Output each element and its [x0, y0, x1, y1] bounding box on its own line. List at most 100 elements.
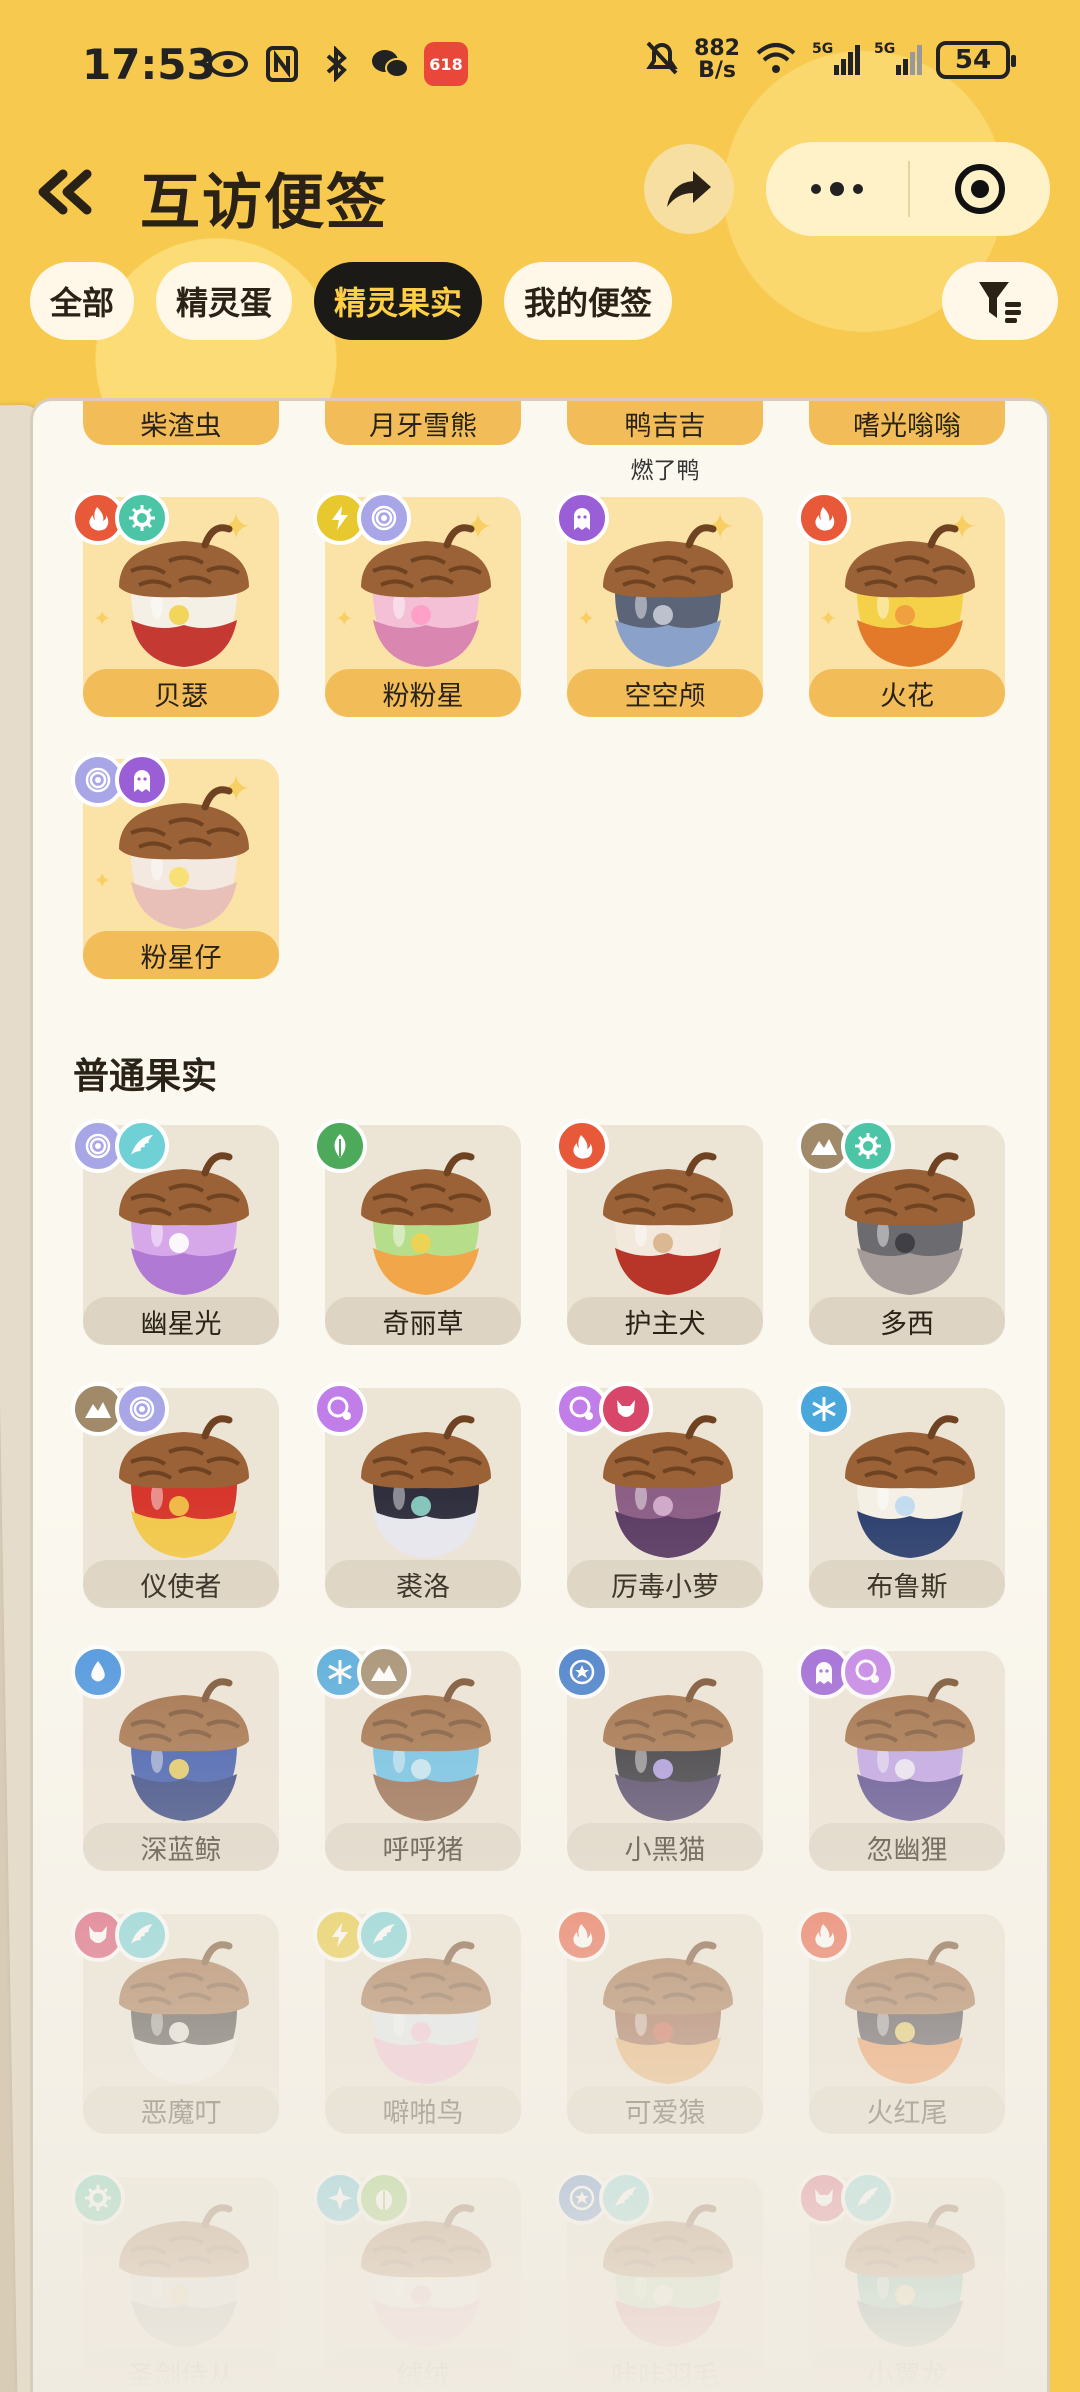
- fruit-name: 贝瑟: [83, 669, 279, 717]
- wechat-icon: [370, 44, 410, 84]
- gear-type-icon: [841, 1119, 895, 1173]
- svg-text:5G: 5G: [812, 41, 833, 57]
- fruit-name: 布鲁斯: [809, 1560, 1005, 1608]
- fruit-name[interactable]: 嗜光嗡嗡: [809, 401, 1005, 445]
- battery-indicator: 54: [936, 41, 1016, 79]
- wifi-icon: [754, 41, 798, 79]
- fire-type-icon: [797, 1908, 851, 1962]
- status-bar: 17:53 618 882 B/s 5G 5G 54: [0, 0, 1080, 130]
- fruit-name: 粉粉星: [325, 669, 521, 717]
- fruit-name: 小黑猫: [567, 1823, 763, 1871]
- element-badges: [797, 491, 851, 545]
- element-badges: [797, 2171, 895, 2225]
- bug-type-icon: [357, 2171, 411, 2225]
- bubble-type-icon: [313, 1382, 367, 1436]
- app-618-label: 618: [429, 54, 463, 74]
- filter-button[interactable]: [942, 262, 1058, 340]
- element-badges: [71, 1908, 169, 1962]
- bluetooth-icon: [316, 44, 356, 84]
- element-badges: [71, 491, 169, 545]
- page-title: 互访便签: [140, 168, 388, 238]
- fruit-name[interactable]: 鸭吉吉: [567, 401, 763, 445]
- element-badges: [71, 2171, 125, 2225]
- acorn-fruit-icon: [351, 1143, 501, 1303]
- star-type-icon: [555, 1645, 609, 1699]
- notes-card: 柴渣虫 月牙雪熊 鸭吉吉 嗜光嗡嗡 燃了鸭 ✦ ✦ 贝瑟 ✦ ✦ 粉粉星 ✦ ✦ 空空颅 ✦ ✦ 火花 ✦ ✦ 粉星…: [30, 398, 1050, 2392]
- fruit-name: 幽星光: [83, 1297, 279, 1345]
- wing-type-icon: [115, 1119, 169, 1173]
- water-type-icon: [71, 1645, 125, 1699]
- fruit-name: 呼呼猪: [325, 1823, 521, 1871]
- fruit-name: 厉毒小萝: [567, 1560, 763, 1608]
- element-badges: [555, 1382, 653, 1436]
- fruit-name: 圣剑侍从: [83, 2349, 279, 2392]
- fruit-name[interactable]: 柴渣虫: [83, 401, 279, 445]
- fruit-name: 咔咔羽毛: [567, 2349, 763, 2392]
- tab-all[interactable]: 全部: [30, 262, 135, 340]
- fruit-name[interactable]: 月牙雪熊: [325, 401, 521, 445]
- swirl-type-icon: [115, 1382, 169, 1436]
- fruit-name: 护主犬: [567, 1297, 763, 1345]
- fire-type-icon: [555, 1908, 609, 1962]
- acorn-fruit-icon: [835, 1932, 985, 2092]
- acorn-fruit-icon: [593, 515, 743, 675]
- net-speed-value: 882: [694, 36, 740, 61]
- fruit-name: 裘洛: [325, 1560, 521, 1608]
- fruit-name: 火红尾: [809, 2086, 1005, 2134]
- signal-5g-icon-1: 5G: [812, 39, 860, 81]
- acorn-fruit-icon: [109, 2195, 259, 2355]
- fruit-name: 深蓝鲸: [83, 1823, 279, 1871]
- fruit-name: 空空颅: [567, 669, 763, 717]
- element-badges: [555, 1645, 609, 1699]
- element-badges: [313, 1119, 367, 1173]
- fruit-name: 可爱猿: [567, 2086, 763, 2134]
- eye-icon: [208, 44, 248, 84]
- ghost-type-icon: [555, 491, 609, 545]
- fruit-name: 粉星仔: [83, 931, 279, 979]
- wing-type-icon: [357, 1908, 411, 1962]
- acorn-fruit-icon: [109, 1669, 259, 1829]
- fruit-name: 奇丽草: [325, 1297, 521, 1345]
- share-button[interactable]: [644, 144, 734, 234]
- element-badges: [555, 1908, 609, 1962]
- fruit-name: 恶魔叮: [83, 2086, 279, 2134]
- target-icon: [955, 164, 1005, 214]
- fire-type-icon: [555, 1119, 609, 1173]
- acorn-fruit-icon: [351, 1406, 501, 1566]
- wing-type-icon: [115, 1908, 169, 1962]
- fruit-name: 噼啪鸟: [325, 2086, 521, 2134]
- close-miniprogram-button[interactable]: [910, 142, 1050, 236]
- element-badges: [555, 1119, 609, 1173]
- tab-fruits[interactable]: 精灵果实: [314, 262, 483, 340]
- net-speed: 882 B/s: [694, 38, 740, 82]
- gear-type-icon: [115, 491, 169, 545]
- element-badges: [797, 1382, 851, 1436]
- header: 互访便签: [0, 140, 1080, 250]
- fruit-name: 小翼龙: [809, 2349, 1005, 2392]
- nfc-icon: [262, 44, 302, 84]
- category-tabs: 全部 精灵蛋 精灵果实 我的便签: [30, 262, 673, 340]
- element-badges: [71, 1119, 169, 1173]
- fire-type-icon: [797, 491, 851, 545]
- double-chevron-left-icon: [38, 169, 92, 215]
- element-badges: [797, 1908, 851, 1962]
- element-badges: [313, 491, 411, 545]
- wing-type-icon: [841, 2171, 895, 2225]
- share-arrow-icon: [667, 171, 711, 207]
- more-options-button[interactable]: [766, 142, 908, 236]
- element-badges: [313, 2171, 411, 2225]
- tab-eggs[interactable]: 精灵蛋: [156, 262, 293, 340]
- element-badges: [71, 1382, 169, 1436]
- status-icons-left: 618: [208, 42, 468, 86]
- status-icons-right: 882 B/s 5G 5G 54: [644, 38, 1016, 82]
- net-speed-unit: B/s: [698, 58, 736, 83]
- back-button[interactable]: [30, 162, 100, 222]
- bubble-type-icon: [841, 1645, 895, 1699]
- acorn-fruit-icon: [593, 1143, 743, 1303]
- acorn-fruit-icon: [835, 515, 985, 675]
- snow-type-icon: [797, 1382, 851, 1436]
- wing-type-icon: [599, 2171, 653, 2225]
- mountain-type-icon: [357, 1645, 411, 1699]
- acorn-fruit-icon: [593, 1669, 743, 1829]
- tab-my-notes[interactable]: 我的便签: [504, 262, 673, 340]
